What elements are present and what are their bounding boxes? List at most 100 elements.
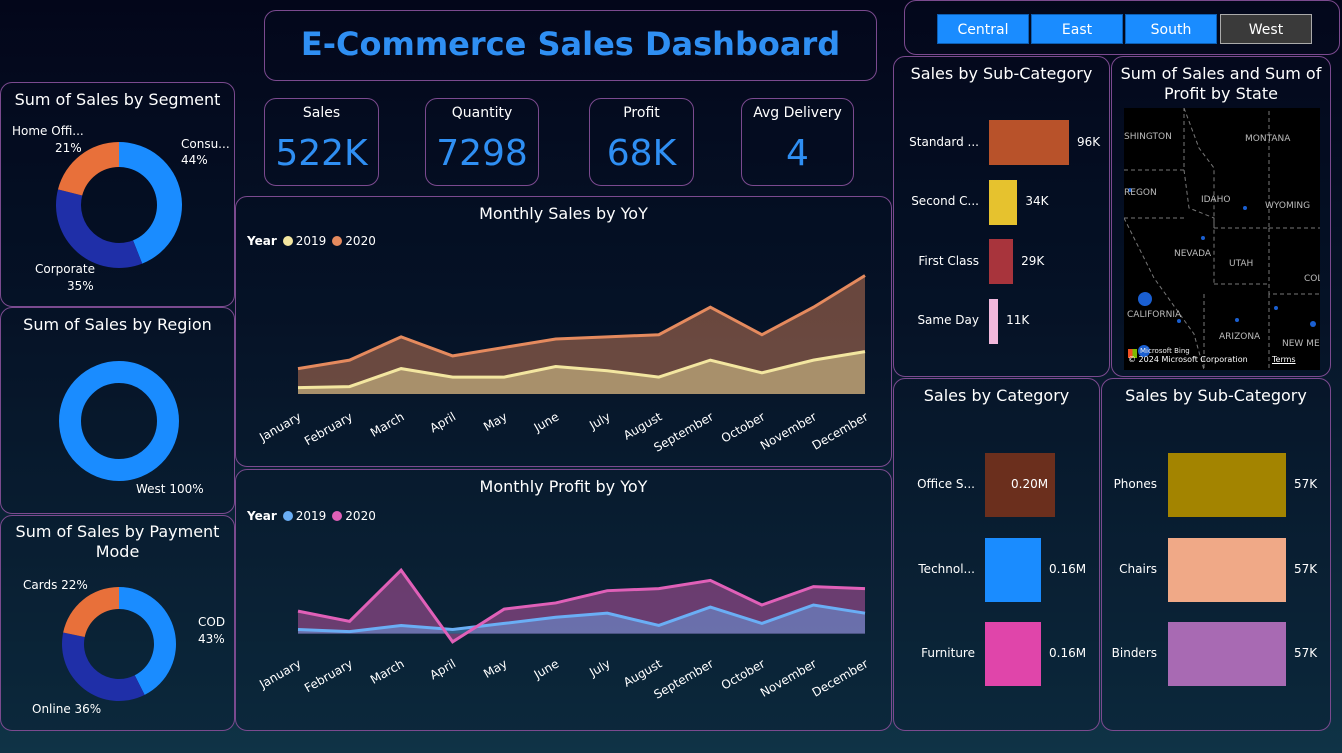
bar-label: Chairs	[1119, 561, 1157, 576]
bar-label: Standard ...	[909, 134, 979, 149]
kpi-label: Avg Delivery	[753, 105, 842, 121]
kpi-label: Sales	[302, 105, 341, 121]
bar[interactable]	[989, 298, 999, 344]
slicer-east[interactable]: East	[1031, 14, 1123, 44]
bar[interactable]	[989, 179, 1018, 225]
subcat-products-panel[interactable]: Sales by Sub-Category Phones 57K Chairs 57K…	[1101, 378, 1331, 731]
bar-value-label: 57K	[1294, 561, 1318, 576]
x-tick-label: April	[427, 409, 458, 435]
map-state-label: ARIZONA	[1219, 332, 1261, 342]
bar[interactable]	[1168, 622, 1286, 686]
bar-label: First Class	[918, 253, 979, 268]
kpi-value: 4	[786, 133, 809, 174]
bar-value-label: 34K	[1025, 194, 1049, 208]
payment-label-cards: Cards 22%	[23, 578, 88, 592]
segment-label-corporate: Corporate	[35, 262, 95, 276]
map-brand: Microsoft Bing	[1140, 347, 1190, 355]
x-tick-label: July	[586, 409, 613, 432]
payment-panel[interactable]: Sum of Sales by Payment Mode Cards 22% C…	[0, 515, 235, 731]
bar-label: Furniture	[921, 646, 975, 660]
bar-label: Technol...	[918, 561, 975, 576]
x-tick-label: August	[621, 409, 665, 442]
bar-label: Office S...	[917, 477, 975, 491]
profit-yoy-panel[interactable]: Monthly Profit by YoY Year 2019 2020 Janua…	[235, 469, 892, 731]
x-tick-label: March	[368, 656, 407, 686]
bar-label: Same Day	[917, 313, 979, 327]
map-state-label: NEW MEX	[1282, 339, 1320, 349]
x-tick-label: July	[586, 656, 613, 679]
segment-label-consumer-pct: 44%	[181, 153, 208, 167]
kpi-label: Quantity	[451, 105, 513, 121]
segment-label-home: Home Offi...	[12, 124, 84, 138]
bar[interactable]	[985, 537, 1041, 602]
donut-slice-west[interactable]	[59, 361, 179, 481]
map-state-label: SHINGTON	[1124, 132, 1172, 142]
map-state-label: NEVADA	[1174, 249, 1212, 259]
map-state-label: COLORA	[1304, 274, 1320, 284]
bar-label: Binders	[1111, 646, 1157, 660]
kpi-avg-delivery: Avg Delivery 4	[741, 98, 854, 186]
x-tick-label: December	[810, 409, 871, 452]
segment-panel[interactable]: Sum of Sales by Segment Consu... 44% Hom…	[0, 82, 235, 307]
map-state-label: IDAHO	[1201, 195, 1231, 205]
panel-title: Sales by Category	[923, 386, 1070, 405]
bar[interactable]	[1168, 537, 1286, 602]
x-tick-label: June	[531, 409, 562, 435]
x-tick-label: December	[810, 656, 871, 699]
map-state-label: REGON	[1124, 188, 1157, 198]
panel-title: Sum of Sales and Sum of Profit by State	[1120, 64, 1322, 103]
x-tick-label: January	[256, 656, 303, 691]
bar[interactable]	[985, 622, 1041, 686]
x-tick-label: August	[621, 656, 665, 689]
kpi-label: Profit	[623, 105, 660, 121]
map-state-label: CALIFORNIA	[1127, 310, 1182, 320]
sales-area-chart[interactable]: JanuaryFebruary March April May June July Augu…	[236, 197, 893, 468]
bar[interactable]	[1168, 453, 1286, 517]
panel-title: Sales by Sub-Category	[1125, 386, 1307, 405]
donut-slice-corporate[interactable]	[55, 189, 143, 268]
x-tick-label: March	[368, 409, 407, 439]
donut-slice-online[interactable]	[62, 632, 145, 701]
payment-label-cod: COD	[198, 615, 226, 629]
x-tick-label: February	[302, 656, 355, 695]
sales-yoy-panel[interactable]: Monthly Sales by YoY Year 2019 2020 Januar…	[235, 196, 892, 467]
x-tick-label: June	[531, 656, 562, 682]
x-tick-label: February	[302, 409, 355, 448]
bar-value-label: 0.16M	[1049, 646, 1087, 660]
bar-label: Second C...	[911, 194, 979, 208]
category-panel[interactable]: Sales by Category Office S... 0.20M Techno…	[893, 378, 1100, 731]
subcat-ship-panel[interactable]: Sales by Sub-Category Standard ... 96K Sec…	[893, 56, 1110, 377]
segment-label-home-pct: 21%	[55, 141, 82, 155]
x-tick-label: April	[427, 656, 458, 682]
map-borders	[1124, 108, 1320, 370]
x-tick-label: May	[481, 409, 509, 434]
state-map[interactable]: SHINGTON MONTANA REGON IDAHO WYOMING NEVADA UT…	[1124, 108, 1320, 370]
kpi-sales: Sales 522K	[264, 98, 379, 186]
bar-label: Phones	[1113, 477, 1157, 491]
x-tick-label: November	[758, 656, 819, 699]
slicer-central[interactable]: Central	[937, 14, 1029, 44]
bar-value-label: 11K	[1006, 313, 1030, 327]
bar[interactable]	[989, 239, 1014, 284]
map-panel[interactable]: Sum of Sales and Sum of Profit by State	[1111, 56, 1331, 377]
bar-value-label: 0.20M	[1011, 477, 1049, 491]
segment-label-consumer: Consu...	[181, 137, 230, 151]
slicer-south[interactable]: South	[1125, 14, 1217, 44]
dashboard-title: E-Commerce Sales Dashboard	[300, 25, 841, 63]
donut-slice-cards[interactable]	[63, 587, 119, 637]
bar-value-label: 0.16M	[1049, 561, 1087, 576]
map-terms-link[interactable]: Terms	[1272, 355, 1296, 364]
map-attribution: © 2024 Microsoft Corporation	[1128, 355, 1248, 364]
bar-value-label: 57K	[1294, 477, 1318, 491]
slicer-west[interactable]: West	[1220, 14, 1312, 44]
payment-label-online: Online 36%	[32, 702, 102, 716]
bar[interactable]	[989, 120, 1069, 165]
map-state-label: UTAH	[1229, 259, 1254, 269]
profit-area-chart[interactable]: JanuaryFebruary March April May June July Augu…	[236, 470, 893, 732]
segment-label-corporate-pct: 35%	[67, 279, 94, 293]
x-tick-label: November	[758, 409, 819, 452]
kpi-value: 7298	[436, 133, 528, 174]
kpi-profit: Profit 68K	[589, 98, 694, 186]
title-panel: E-Commerce Sales Dashboard	[264, 10, 877, 81]
region-panel[interactable]: Sum of Sales by Region West 100%	[0, 307, 235, 514]
